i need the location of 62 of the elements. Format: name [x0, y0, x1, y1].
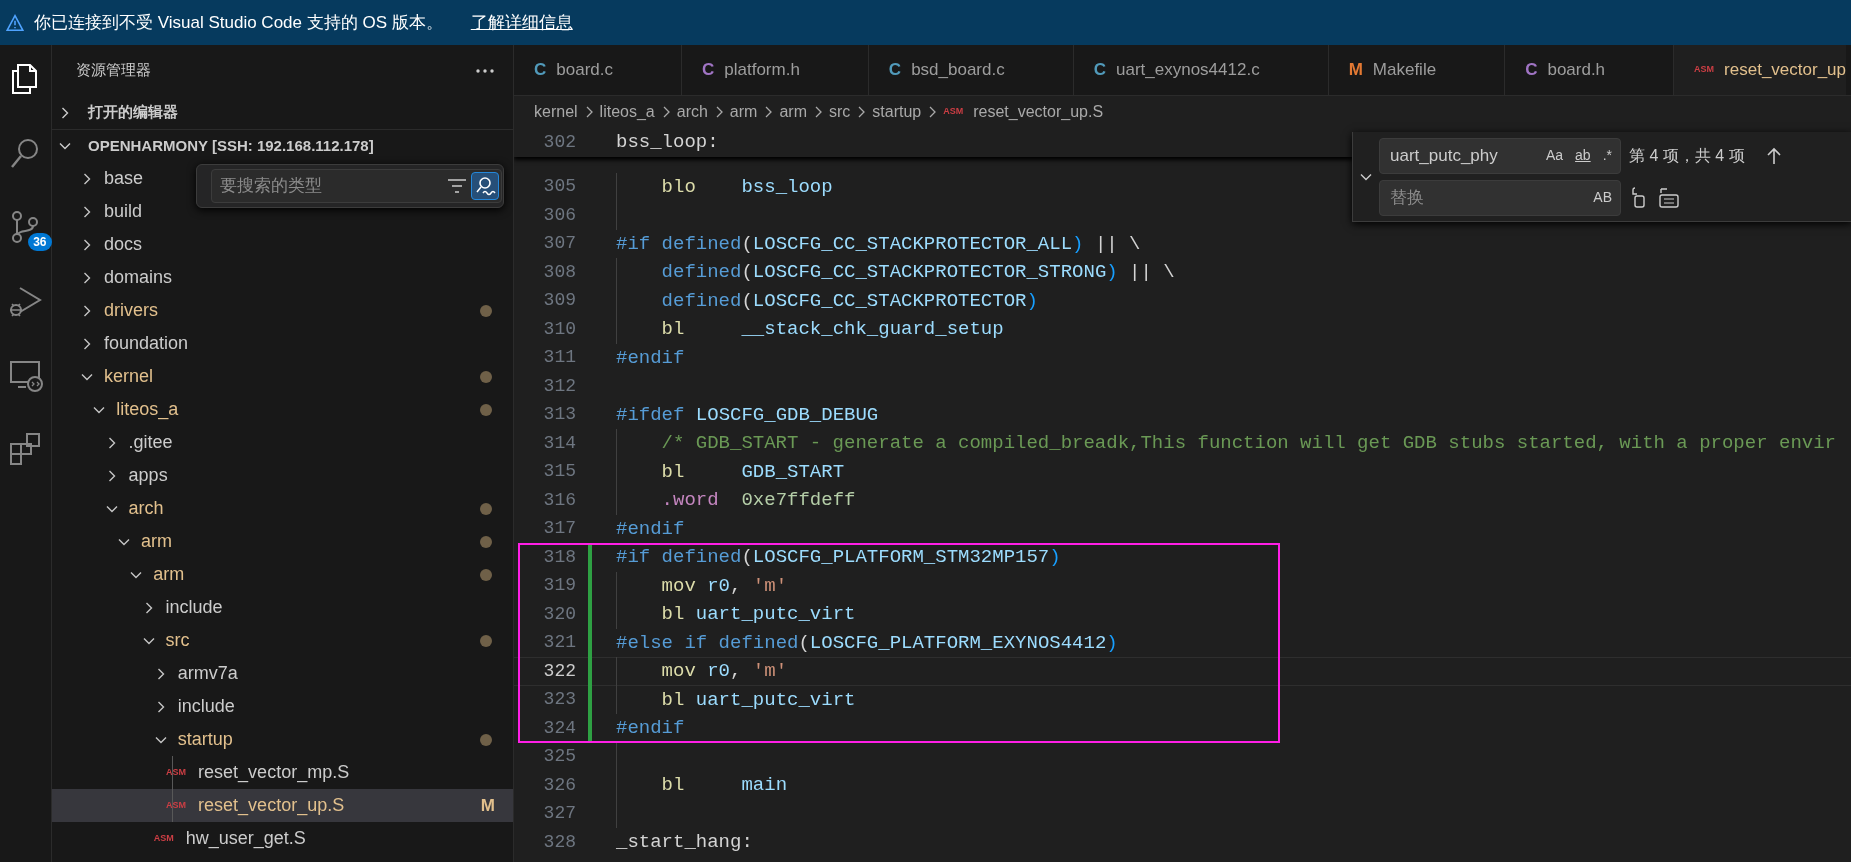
line-number: 317: [542, 517, 576, 541]
file-type-icon: ASM: [1694, 63, 1715, 77]
match-count: 第 4 项，共 4 项: [1629, 145, 1745, 166]
line-number: 313: [542, 403, 576, 427]
line-number: 328: [542, 830, 576, 854]
code-line: bl uart_putc_virt: [661, 687, 856, 713]
file-type-icon: M: [1348, 57, 1363, 83]
file-type-icon: ASM: [166, 765, 189, 780]
line-number: 314: [542, 431, 576, 455]
code-line: #ifdef LOSCFG_GDB_DEBUG: [616, 402, 879, 428]
line-number: 322: [542, 659, 576, 683]
code-line: #endif: [616, 716, 685, 741]
code-line: #else if defined(LOSCFG_PLATFORM_EXYNOS4412): [616, 630, 1118, 656]
code-line: _start_hang:: [616, 830, 753, 855]
code-line: /* GDB_START - generate a compiled_breadk,This function will get GDB stubs started, with a proper envir: [661, 431, 1836, 456]
code-line: mov r0, 'm': [661, 659, 788, 684]
line-number: 302: [542, 130, 576, 154]
line-number: 325: [542, 745, 576, 769]
line-number: 326: [542, 773, 576, 797]
code-line: bl main: [661, 773, 788, 798]
code-line: bl uart_putc_virt: [661, 602, 856, 627]
code-line: blo bss_loop: [661, 174, 833, 200]
file-type-icon: ASM: [166, 798, 189, 813]
file-type-icon: ASM: [943, 105, 966, 119]
code-line: mov r0, 'm': [661, 573, 788, 599]
file-type-icon: C: [888, 57, 902, 83]
line-number: 312: [542, 374, 576, 398]
notification-message: 你已连接到不受 Visual Studio Code 支持的 OS 版本。: [34, 11, 443, 34]
code-line: #if defined(LOSCFG_PLATFORM_STM32MP157): [616, 545, 1061, 570]
code-line: #endif: [616, 516, 685, 542]
line-number: 307: [542, 232, 576, 256]
code-line: bl GDB_START: [661, 459, 845, 485]
line-number: 309: [542, 289, 576, 313]
line-number: 311: [542, 346, 576, 370]
line-number: 315: [542, 460, 576, 484]
line-number: 318: [542, 545, 576, 569]
line-number: 310: [542, 317, 576, 341]
git-status-letter: M: [480, 794, 495, 817]
code-line: #endif: [616, 345, 685, 371]
line-number: 327: [542, 802, 576, 826]
code-line: bss_loop:: [616, 130, 719, 155]
line-number: 306: [542, 203, 576, 227]
file-type-icon: C: [702, 57, 715, 83]
line-number: 320: [542, 602, 576, 626]
code-line: defined(LOSCFG_CC_STACKPROTECTOR): [661, 288, 1038, 314]
line-number: 305: [542, 175, 576, 199]
panel-title: 资源管理器: [76, 60, 151, 81]
line-number: 324: [542, 716, 576, 740]
file-type-icon: C: [1525, 57, 1538, 83]
file-type-icon: ASM: [153, 831, 176, 846]
line-number: 323: [542, 688, 576, 712]
file-type-icon: C: [1093, 57, 1106, 83]
code-line: defined(LOSCFG_CC_STACKPROTECTOR_STRONG) || \: [661, 260, 1175, 285]
line-number: 308: [542, 260, 576, 284]
file-type-icon: C: [534, 57, 547, 83]
code-line: .word 0xe7ffdeff: [661, 488, 856, 513]
line-number: 316: [542, 488, 576, 512]
line-number: 321: [542, 631, 576, 655]
code-line: #if defined(LOSCFG_CC_STACKPROTECTOR_ALL) || \: [616, 231, 1141, 257]
line-number: 319: [542, 574, 576, 598]
code-line: bl __stack_chk_guard_setup: [661, 317, 1004, 342]
count-badge: 36: [28, 233, 52, 251]
